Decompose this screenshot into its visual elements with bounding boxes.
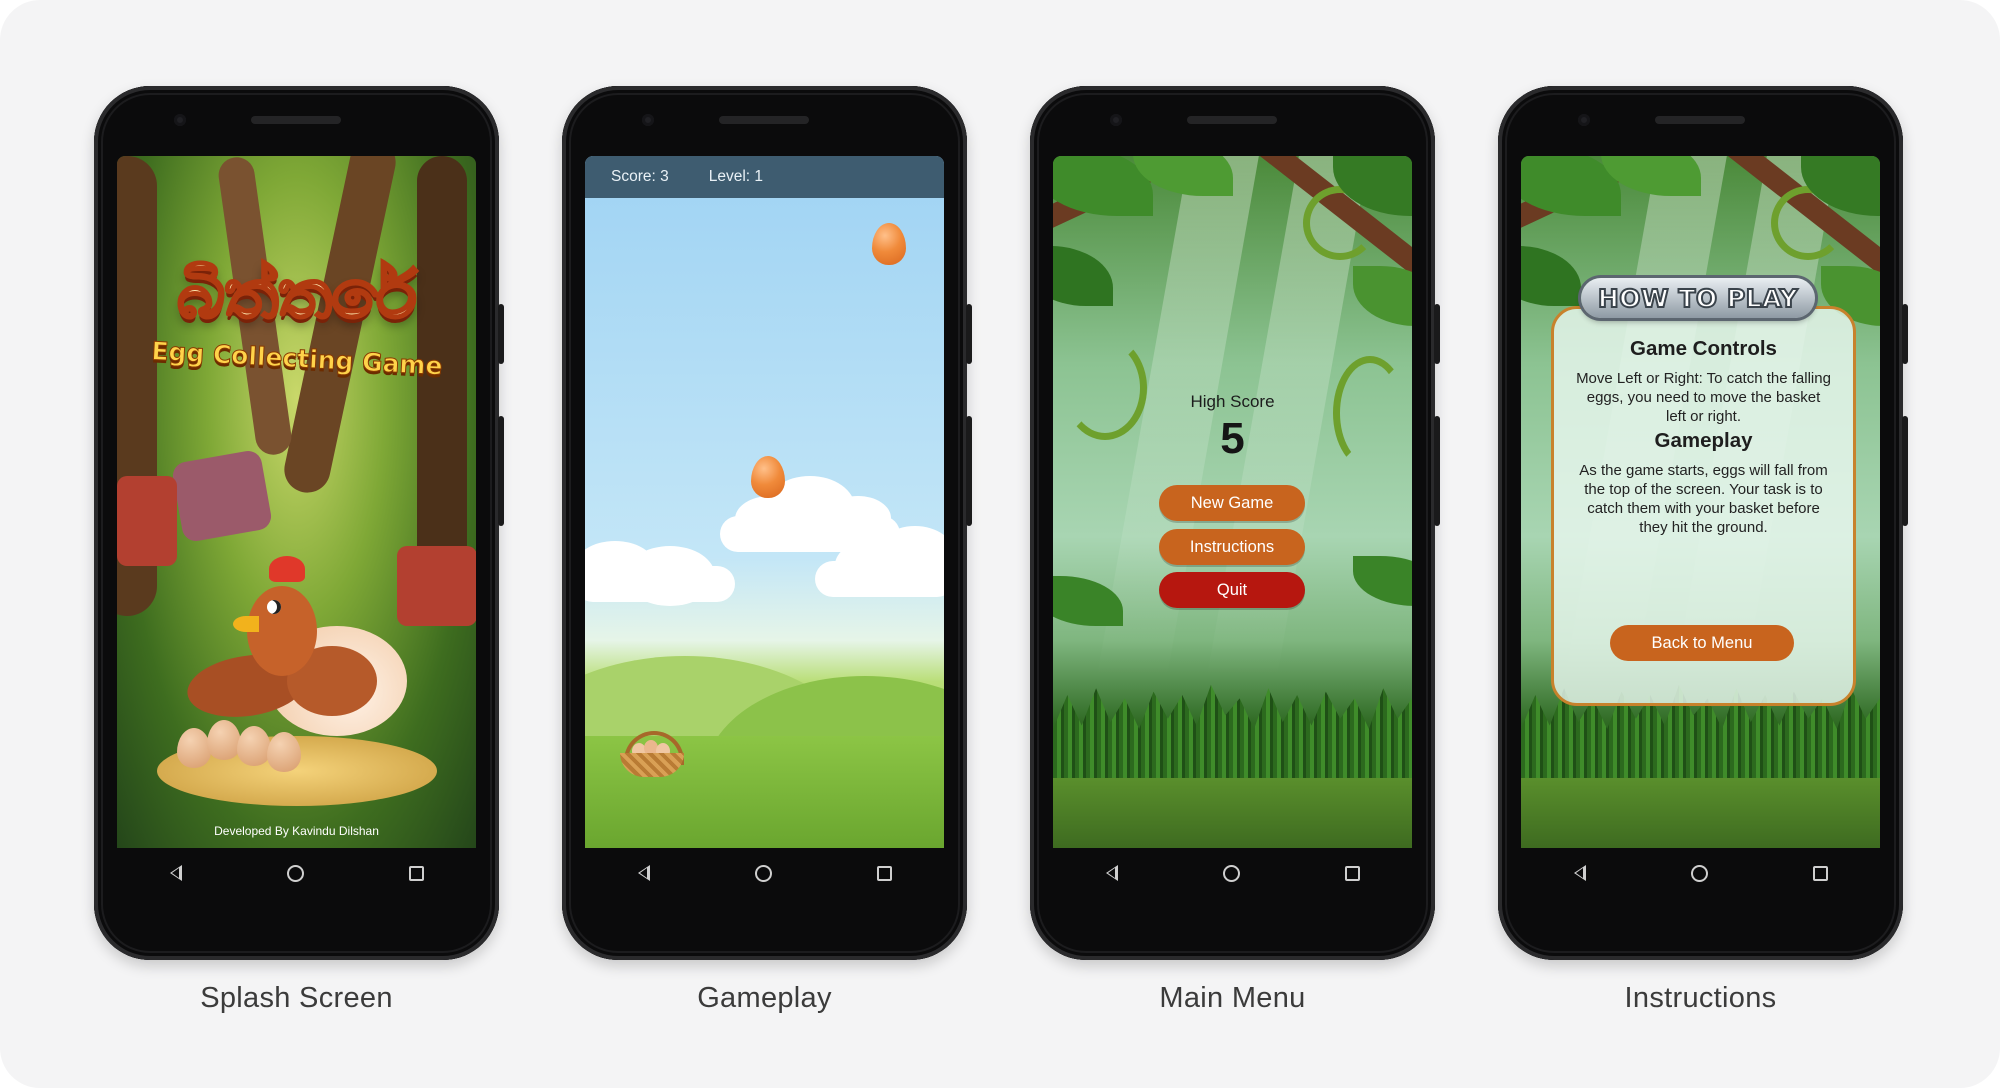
phone-frame: High Score 5 New Game Instructions Quit — [1030, 86, 1440, 960]
game-subtitle: Egg Collecting Game — [150, 336, 444, 381]
new-game-button[interactable]: New Game — [1159, 485, 1305, 521]
caption-main-menu: Main Menu — [1159, 982, 1306, 1014]
high-score-label: High Score — [1190, 392, 1275, 411]
phone-splash: බිත්තරේ Egg Collecting Game Developed By… — [94, 86, 504, 1014]
earpiece — [1655, 116, 1745, 124]
earpiece — [719, 116, 809, 124]
nav-back-icon[interactable] — [169, 865, 182, 881]
level-text: Level: 1 — [708, 168, 764, 185]
phone-frame: බිත්තරේ Egg Collecting Game Developed By… — [94, 86, 504, 960]
nav-back-icon[interactable] — [1573, 865, 1586, 881]
front-camera — [1110, 114, 1122, 126]
nav-home-icon[interactable] — [1690, 864, 1708, 882]
nav-back-icon[interactable] — [1105, 865, 1118, 881]
main-menu-screen: High Score 5 New Game Instructions Quit — [1053, 156, 1412, 848]
android-nav-bar — [1053, 848, 1412, 898]
android-nav-bar — [117, 848, 476, 898]
nav-home-icon[interactable] — [1222, 864, 1240, 882]
caption-splash: Splash Screen — [200, 982, 393, 1014]
android-nav-bar — [585, 848, 944, 898]
instructions-button[interactable]: Instructions — [1159, 529, 1305, 565]
instructions-panel: Game Controls Move Left or Right: To cat… — [1551, 306, 1856, 706]
hen-illustration — [183, 556, 407, 756]
nav-home-icon[interactable] — [286, 864, 304, 882]
nav-recent-icon[interactable] — [1812, 865, 1828, 881]
front-camera — [174, 114, 186, 126]
basket-icon[interactable] — [618, 731, 686, 777]
android-nav-bar — [1521, 848, 1880, 898]
showcase-canvas: බිත්තරේ Egg Collecting Game Developed By… — [0, 0, 2000, 1088]
nav-recent-icon[interactable] — [876, 865, 892, 881]
phone-gameplay: Score: 3 Level: 1 Gameplay — [562, 86, 972, 1014]
nav-back-icon[interactable] — [637, 865, 650, 881]
nav-recent-icon[interactable] — [408, 865, 424, 881]
caption-gameplay: Gameplay — [697, 982, 832, 1014]
gameplay-heading: Gameplay — [1654, 429, 1753, 452]
front-camera — [642, 114, 654, 126]
hud-bar: Score: 3 Level: 1 — [585, 156, 944, 198]
phone-frame: HOW TO PLAY Game Controls Move Left or R… — [1498, 86, 1908, 960]
high-score-value: 5 — [1220, 414, 1245, 463]
egg-icon — [872, 223, 906, 265]
controls-heading: Game Controls — [1630, 337, 1777, 360]
developer-credit: Developed By Kavindu Dilshan — [214, 824, 379, 838]
phone-main-menu: High Score 5 New Game Instructions Quit … — [1030, 86, 1440, 1014]
game-title: බිත්තරේ — [176, 255, 418, 335]
egg-icon — [751, 456, 785, 498]
quit-button[interactable]: Quit — [1159, 572, 1305, 608]
earpiece — [251, 116, 341, 124]
phone-frame: Score: 3 Level: 1 — [562, 86, 972, 960]
phone-instructions: HOW TO PLAY Game Controls Move Left or R… — [1498, 86, 1908, 1014]
front-camera — [1578, 114, 1590, 126]
back-to-menu-button[interactable]: Back to Menu — [1610, 625, 1794, 661]
how-to-play-banner: HOW TO PLAY — [1581, 278, 1815, 318]
banner-text: HOW TO PLAY — [1597, 283, 1799, 314]
instructions-screen: HOW TO PLAY Game Controls Move Left or R… — [1521, 156, 1880, 848]
earpiece — [1187, 116, 1277, 124]
gameplay-text: As the game starts, eggs will fall from … — [1579, 462, 1828, 536]
score-text: Score: 3 — [611, 168, 669, 185]
gameplay-screen[interactable]: Score: 3 Level: 1 — [585, 156, 944, 848]
caption-instructions: Instructions — [1624, 982, 1777, 1014]
nav-recent-icon[interactable] — [1344, 865, 1360, 881]
splash-screen: බිත්තරේ Egg Collecting Game Developed By… — [117, 156, 476, 848]
controls-text: Move Left or Right: To catch the falling… — [1576, 370, 1831, 425]
nav-home-icon[interactable] — [754, 864, 772, 882]
